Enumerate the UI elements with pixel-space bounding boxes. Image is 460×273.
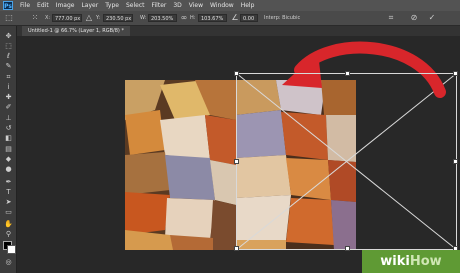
transform-handle-top-right[interactable]	[453, 71, 458, 76]
transform-handle-top[interactable]	[345, 71, 350, 76]
transform-handle-top-left[interactable]	[234, 71, 239, 76]
watermark-part2: How	[409, 254, 442, 269]
watermark-part1: wiki	[380, 254, 410, 269]
transform-handle-bottom[interactable]	[345, 246, 350, 251]
transform-handle-left[interactable]	[234, 159, 239, 164]
wikihow-watermark: wikiHow	[362, 250, 460, 273]
transform-handle-right[interactable]	[453, 159, 458, 164]
transform-handle-bottom-left[interactable]	[234, 246, 239, 251]
transform-bounding-box[interactable]	[234, 71, 458, 251]
